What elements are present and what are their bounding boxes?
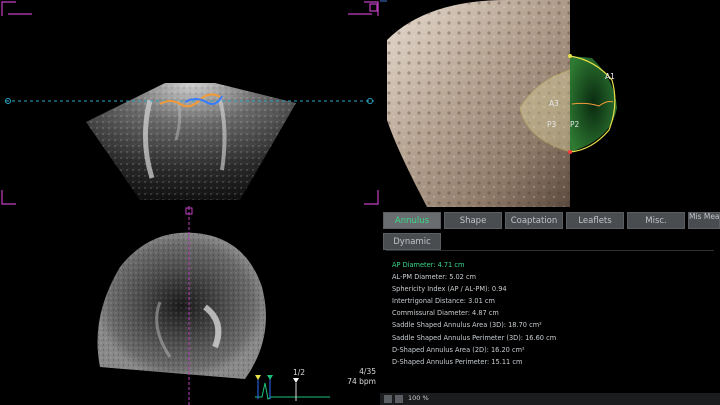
leaflet-label-p2: P2 xyxy=(570,120,580,129)
measurement-item[interactable]: AP Diameter: 4.71 cm xyxy=(392,259,712,271)
measurement-item[interactable]: Sphericity Index (AP / AL-PM): 0.94 xyxy=(392,283,712,295)
3d-valve-render-view[interactable]: A3 P3 P2 A1 xyxy=(387,0,720,207)
measurement-item[interactable]: Commissural Diameter: 4.87 cm xyxy=(392,307,712,319)
tab-misc[interactable]: Misc. xyxy=(627,212,685,229)
leaflet-label-p3: P3 xyxy=(547,120,557,129)
tab-shape[interactable]: Shape xyxy=(444,212,502,229)
cardiac-phase: 1/2 xyxy=(293,368,306,377)
zoom-level: 100 % xyxy=(408,394,429,402)
frame-info: 4/35 74 bpm xyxy=(347,367,376,387)
measurement-item[interactable]: Saddle Shaped Annulus Area (3D): 18.70 c… xyxy=(392,319,712,331)
echo-2d-short-axis-view[interactable]: 1/2 4/35 74 bpm xyxy=(0,207,380,405)
heart-rate: 74 bpm xyxy=(347,377,376,386)
ecg-trace xyxy=(255,375,330,401)
tab-dynamic[interactable]: Dynamic xyxy=(383,233,441,250)
leaflet-label-a1: A1 xyxy=(605,72,615,81)
marker-posterior xyxy=(568,150,572,154)
measurement-item[interactable]: Saddle Shaped Annulus Perimeter (3D): 16… xyxy=(392,332,712,344)
view-handle-tr[interactable] xyxy=(369,3,378,12)
status-bar: 100 % xyxy=(380,393,720,405)
zoom-in-button[interactable] xyxy=(395,395,403,403)
marker-anterior xyxy=(568,54,572,58)
tab-mis-measure[interactable]: Mis Measure xyxy=(688,212,720,229)
tab-annulus[interactable]: Annulus xyxy=(383,212,441,229)
measurement-list: AP Diameter: 4.71 cm AL-PM Diameter: 5.0… xyxy=(392,259,712,368)
panel-divider xyxy=(386,250,714,251)
measurement-item[interactable]: D-Shaped Annulus Perimeter: 15.11 cm xyxy=(392,356,712,368)
measurement-item[interactable]: D-Shaped Annulus Area (2D): 16.20 cm² xyxy=(392,344,712,356)
zoom-out-button[interactable] xyxy=(384,395,392,403)
echo-2d-short-axis-canvas xyxy=(97,207,330,405)
measurement-item[interactable]: AL-PM Diameter: 5.02 cm xyxy=(392,271,712,283)
leaflet-label-a3: A3 xyxy=(549,99,559,108)
measurement-panel: Annulus Shape Coaptation Leaflets Misc. … xyxy=(380,207,720,405)
frame-counter: 4/35 xyxy=(359,367,376,376)
tab-leaflets[interactable]: Leaflets xyxy=(566,212,624,229)
echo-2d-long-axis-view[interactable] xyxy=(0,0,380,207)
valve-model-green xyxy=(570,56,617,152)
tab-coaptation[interactable]: Coaptation xyxy=(505,212,563,229)
echo-2d-long-axis-canvas xyxy=(1,1,379,207)
measurement-item[interactable]: Intertrigonal Distance: 3.01 cm xyxy=(392,295,712,307)
